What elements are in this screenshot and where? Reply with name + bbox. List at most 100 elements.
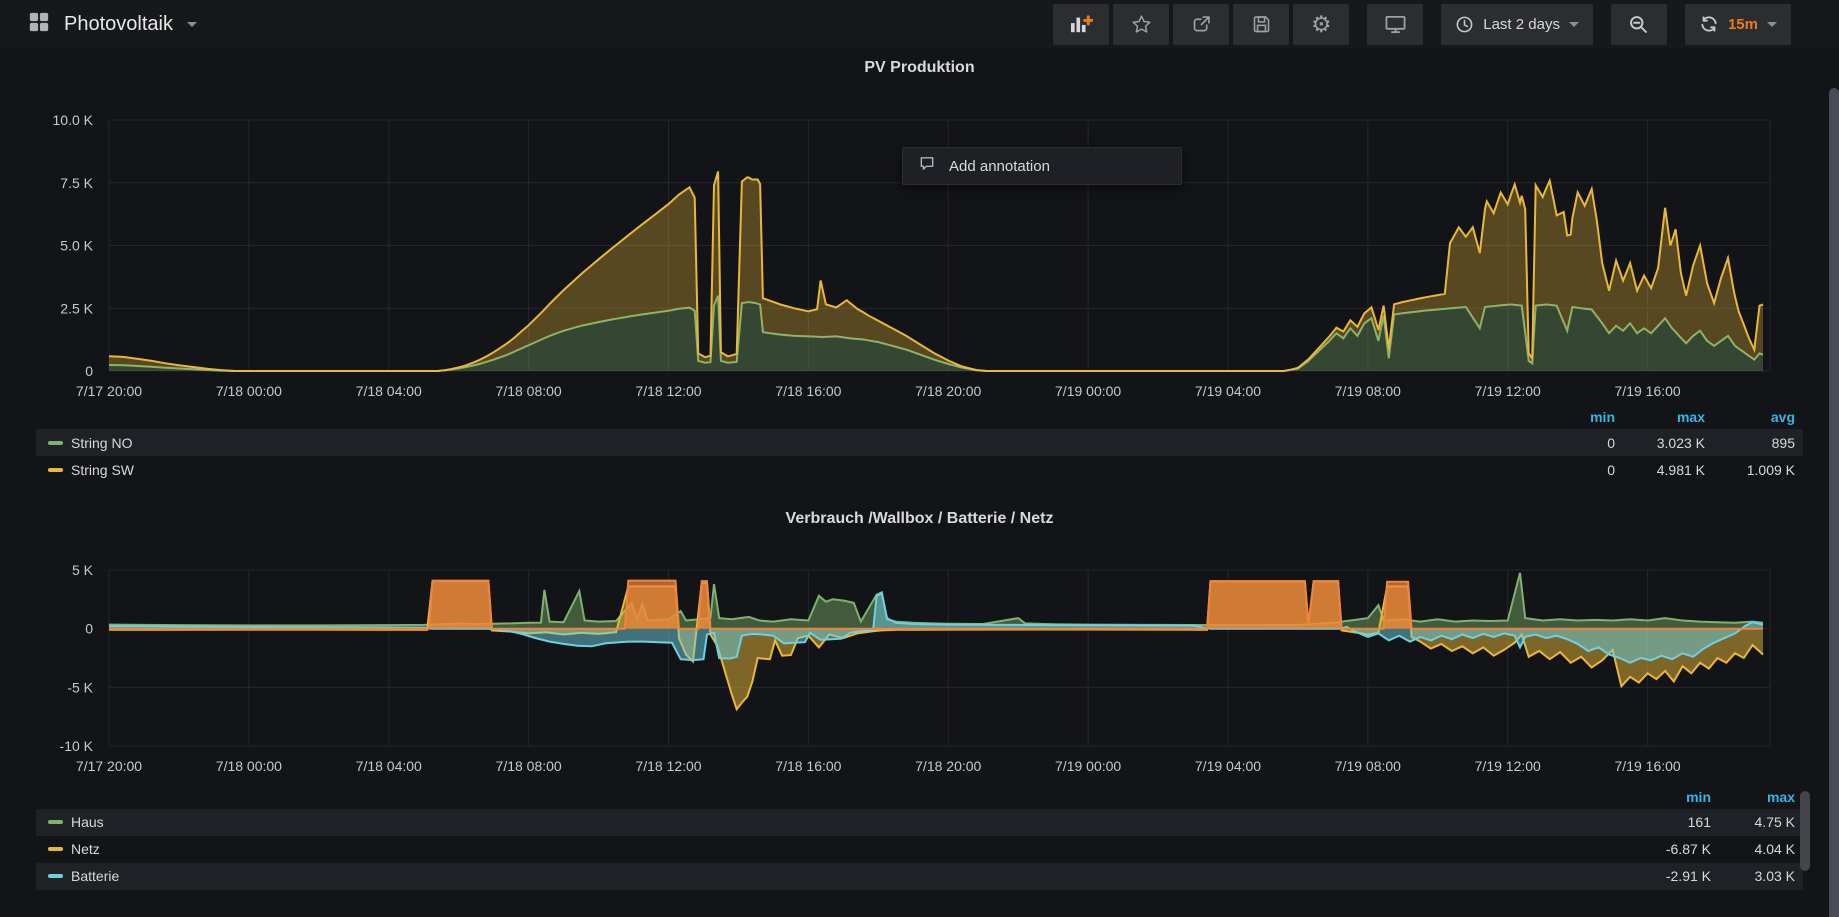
comment-icon: [918, 155, 936, 177]
series-swatch: [48, 441, 63, 445]
legend-col-avg[interactable]: avg: [1705, 409, 1795, 425]
refresh-picker[interactable]: 15m: [1685, 4, 1791, 45]
series-swatch: [48, 847, 63, 851]
time-range-label: Last 2 days: [1483, 16, 1560, 33]
svg-text:7/19 12:00: 7/19 12:00: [1475, 383, 1541, 399]
svg-text:10.0 K: 10.0 K: [53, 112, 94, 128]
add-annotation-menu-item[interactable]: Add annotation: [902, 147, 1182, 185]
svg-text:7/18 08:00: 7/18 08:00: [496, 383, 562, 399]
series-label[interactable]: Batterie: [71, 868, 119, 884]
legend: min max Haus 161 4.75 K Netz -6.87 K 4.0…: [36, 785, 1803, 890]
svg-text:7.5 K: 7.5 K: [60, 175, 93, 191]
legend-header-row: min max: [36, 785, 1803, 809]
svg-text:7/19 04:00: 7/19 04:00: [1195, 383, 1261, 399]
monitor-icon: [1384, 14, 1407, 35]
legend-col-max[interactable]: max: [1615, 409, 1705, 425]
series-avg: 1.009 K: [1705, 462, 1795, 478]
series-min: 0: [1525, 435, 1615, 451]
svg-text:7/18 16:00: 7/18 16:00: [775, 383, 841, 399]
legend-row-haus: Haus 161 4.75 K: [36, 809, 1803, 836]
gear-icon: ⚙: [1311, 13, 1332, 36]
series-avg: 895: [1705, 435, 1795, 451]
svg-text:-5 K: -5 K: [67, 679, 93, 695]
series-toggle[interactable]: Batterie: [36, 868, 1627, 884]
chevron-down-icon: [187, 22, 197, 27]
legend: min max avg String NO 0 3.023 K 895 Stri…: [36, 405, 1803, 483]
star-button[interactable]: [1113, 4, 1169, 45]
cycle-view-button[interactable]: [1367, 4, 1423, 45]
series-label[interactable]: Haus: [71, 814, 104, 830]
series-label[interactable]: Netz: [71, 841, 100, 857]
legend-row-netz: Netz -6.87 K 4.04 K: [36, 836, 1803, 863]
panel-pv-produktion: PV Produktion 02.5 K5.0 K7.5 K10.0 K7/17…: [0, 56, 1839, 483]
save-icon: [1251, 14, 1272, 35]
navbar: Photovoltaik ⚙: [0, 0, 1839, 48]
page-scrollbar[interactable]: [1829, 88, 1839, 917]
menu-item-label: Add annotation: [949, 158, 1050, 175]
navbar-actions: ⚙ Last 2 days 15m: [1053, 4, 1791, 45]
svg-text:0: 0: [85, 363, 93, 379]
svg-text:7/18 04:00: 7/18 04:00: [356, 383, 422, 399]
svg-text:7/17 20:00: 7/17 20:00: [76, 758, 142, 774]
chevron-down-icon: [1767, 22, 1777, 27]
panel-title[interactable]: Verbrauch /Wallbox / Batterie / Netz: [0, 507, 1839, 531]
time-series-chart[interactable]: 5 K 0 -5 K -10 K 7/17 20:00 7/18 00:00 7/18 04…: [0, 545, 1839, 777]
series-max: 3.03 K: [1711, 868, 1795, 884]
series-min: -6.87 K: [1627, 841, 1711, 857]
legend-row-string-no: String NO 0 3.023 K 895: [36, 429, 1803, 456]
svg-text:7/19 16:00: 7/19 16:00: [1615, 383, 1681, 399]
share-button[interactable]: [1173, 4, 1229, 45]
add-panel-button[interactable]: [1053, 4, 1109, 45]
series-swatch: [48, 468, 63, 472]
series-max: 4.981 K: [1615, 462, 1705, 478]
series-min: -2.91 K: [1627, 868, 1711, 884]
refresh-icon: [1699, 14, 1719, 34]
legend-scroll-area: min max Haus 161 4.75 K Netz -6.87 K 4.0…: [0, 785, 1839, 890]
svg-text:7/18 12:00: 7/18 12:00: [635, 758, 701, 774]
legend-scrollbar[interactable]: [1800, 791, 1810, 871]
dashboard-picker[interactable]: Photovoltaik: [28, 11, 197, 38]
legend-col-max[interactable]: max: [1711, 789, 1795, 805]
panel-verbrauch-wallbox-batterie-netz: Verbrauch /Wallbox / Batterie / Netz 5 K…: [0, 507, 1839, 889]
series-toggle[interactable]: String NO: [36, 435, 1525, 451]
svg-text:7/19 04:00: 7/19 04:00: [1195, 758, 1261, 774]
svg-text:-10 K: -10 K: [60, 738, 94, 754]
time-range-picker[interactable]: Last 2 days: [1441, 4, 1593, 45]
legend-col-min[interactable]: min: [1525, 409, 1615, 425]
svg-text:7/18 00:00: 7/18 00:00: [216, 758, 282, 774]
svg-text:7/18 12:00: 7/18 12:00: [635, 383, 701, 399]
svg-text:5 K: 5 K: [72, 562, 94, 578]
save-button[interactable]: [1233, 4, 1289, 45]
svg-text:7/18 20:00: 7/18 20:00: [915, 383, 981, 399]
series-max: 3.023 K: [1615, 435, 1705, 451]
svg-text:7/19 08:00: 7/19 08:00: [1335, 383, 1401, 399]
legend-col-min[interactable]: min: [1627, 789, 1711, 805]
settings-button[interactable]: ⚙: [1293, 4, 1349, 45]
svg-text:7/18 04:00: 7/18 04:00: [356, 758, 422, 774]
legend-header-row: min max avg: [36, 405, 1803, 429]
clock-icon: [1455, 15, 1474, 34]
series-label[interactable]: String SW: [71, 462, 134, 478]
zoom-out-button[interactable]: [1611, 4, 1667, 45]
series-max: 4.04 K: [1711, 841, 1795, 857]
bar-chart-plus-icon: [1069, 14, 1093, 34]
series-label[interactable]: String NO: [71, 435, 132, 451]
svg-text:2.5 K: 2.5 K: [60, 301, 93, 317]
share-icon: [1191, 14, 1212, 35]
series-toggle[interactable]: String SW: [36, 462, 1525, 478]
legend-row-string-sw: String SW 0 4.981 K 1.009 K: [36, 456, 1803, 483]
series-swatch: [48, 874, 63, 878]
series-max: 4.75 K: [1711, 814, 1795, 830]
panel-title[interactable]: PV Produktion: [0, 56, 1839, 80]
dashboard-title[interactable]: Photovoltaik: [64, 13, 173, 36]
svg-text:7/18 16:00: 7/18 16:00: [775, 758, 841, 774]
zoom-out-icon: [1628, 14, 1649, 35]
svg-text:0: 0: [85, 620, 93, 636]
svg-text:5.0 K: 5.0 K: [60, 238, 93, 254]
svg-text:7/19 08:00: 7/19 08:00: [1335, 758, 1401, 774]
series-toggle[interactable]: Netz: [36, 841, 1627, 857]
svg-text:7/19 00:00: 7/19 00:00: [1055, 758, 1121, 774]
series-min: 161: [1627, 814, 1711, 830]
time-series-chart[interactable]: 02.5 K5.0 K7.5 K10.0 K7/17 20:007/18 00:…: [0, 93, 1839, 403]
series-toggle[interactable]: Haus: [36, 814, 1627, 830]
